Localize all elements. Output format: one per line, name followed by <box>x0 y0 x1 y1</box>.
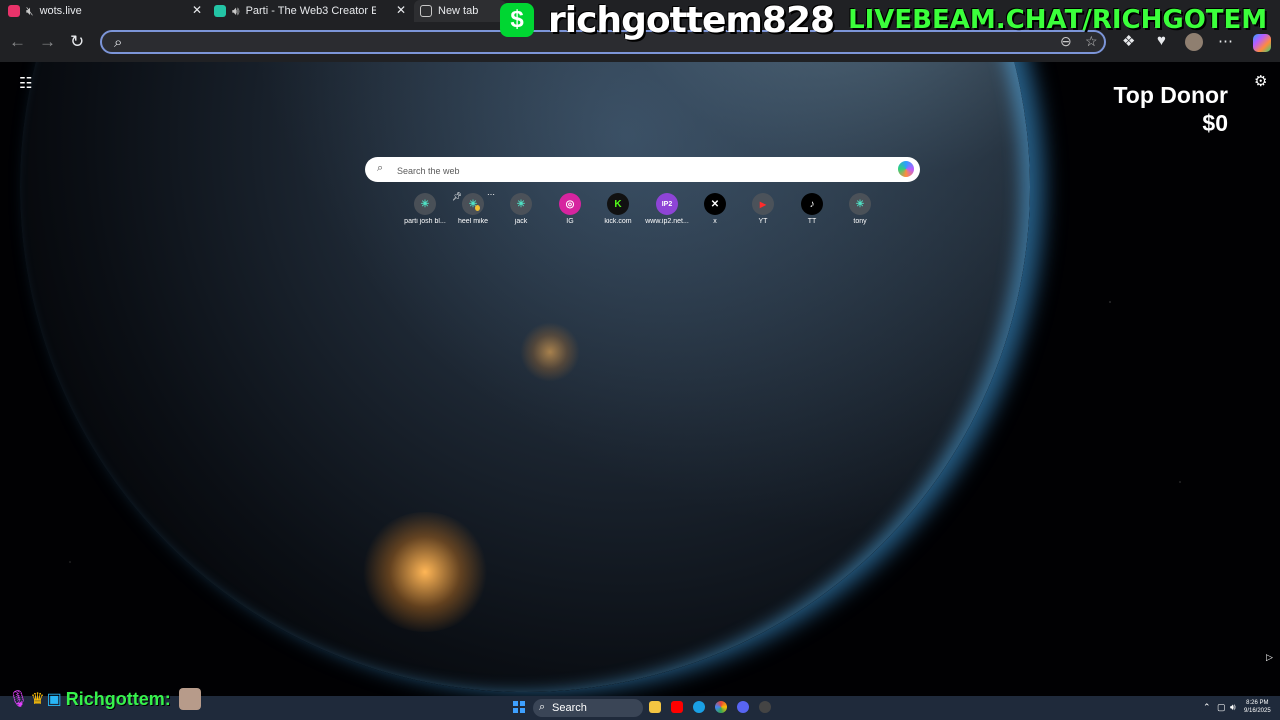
parti-icon: ☀ <box>414 193 436 215</box>
search-icon: ⌕ <box>377 162 384 174</box>
instagram-icon: ◎ <box>559 193 581 215</box>
shortcut-tile[interactable]: K kick.com <box>594 193 642 227</box>
chat-username: Richgottem: <box>65 688 171 709</box>
shortcut-tile[interactable]: ✕ x <box>691 193 739 227</box>
shortcut-label: kick.com <box>604 218 632 225</box>
new-tab-favicon <box>420 5 432 17</box>
stream-chat-line: 🎙︎ ♛ ▣ Richgottem: <box>8 688 201 710</box>
wots-favicon <box>8 5 20 17</box>
youtube-icon: ▶ <box>752 193 774 215</box>
tab-title: wots.live <box>39 5 82 17</box>
x-icon: ✕ <box>704 193 726 215</box>
discord-icon[interactable] <box>737 701 749 713</box>
speaker-icon[interactable]: 🔊︎ <box>232 4 240 19</box>
shortcut-label: IG <box>566 218 574 225</box>
shortcut-label: TT <box>807 218 817 225</box>
settings-gear-icon[interactable]: ⚙ <box>1254 72 1267 90</box>
shortcut-tile[interactable]: ◎ IG <box>546 193 594 227</box>
top-donor-title: Top Donor <box>1113 82 1228 108</box>
search-icon: ⌕ <box>114 34 123 51</box>
shortcut-label: www.ip2.net... <box>645 218 689 225</box>
cashapp-icon: $ <box>500 3 534 37</box>
taskbar-clock[interactable]: 8:26 PM 9/16/2025 <box>1244 699 1271 715</box>
shortcut-tile[interactable]: ☀ parti josh bl... <box>401 193 449 227</box>
stream-overlay-banner: $ richgottem828 LIVEBEAM.CHAT/RICHGOTEM <box>500 0 1268 41</box>
volume-icon[interactable]: 🔊︎ <box>1230 702 1236 713</box>
parti-icon: ☀ <box>849 193 871 215</box>
edge-icon[interactable] <box>693 701 705 713</box>
shortcut-tile[interactable]: ☀ jack <box>497 193 545 227</box>
overlay-username: richgottem828 <box>548 0 835 41</box>
parti-favicon <box>214 5 226 17</box>
close-tab-icon[interactable]: ✕ <box>396 3 406 17</box>
cube-badge-icon: ▣ <box>46 691 62 708</box>
city-lights <box>360 512 490 632</box>
tab-wots[interactable]: 🔇︎ wots.live ✕ <box>8 0 208 22</box>
tab-parti[interactable]: 🔊︎ Parti - The Web3 Creator Ec ✕ <box>214 0 412 22</box>
shortcut-tile[interactable]: ▶ YT <box>739 193 787 227</box>
tab-title: New tab <box>438 5 479 17</box>
back-icon[interactable]: ← <box>9 32 26 52</box>
forward-icon[interactable]: → <box>39 32 56 52</box>
more-options-icon[interactable]: ⋯ <box>487 190 495 199</box>
shortcut-label: parti josh bl... <box>404 218 446 225</box>
tiktok-icon: ♪ <box>801 193 823 215</box>
mouse-cursor <box>475 205 480 211</box>
clock-time: 8:26 PM <box>1246 700 1269 706</box>
search-icon: ⌕ <box>539 701 546 713</box>
shortcut-tile[interactable]: ☀ tony <box>836 193 884 227</box>
tab-title: Parti - The Web3 Creator Ec <box>245 5 376 17</box>
web-search-box[interactable]: ⌕ <box>365 157 920 182</box>
tab-new-tab[interactable]: New tab <box>414 0 506 22</box>
network-icon[interactable]: ▢ <box>1217 702 1226 713</box>
apps-grid-icon[interactable]: ☷ <box>19 74 32 92</box>
clock-date: 9/16/2025 <box>1244 708 1271 714</box>
close-tab-icon[interactable]: ✕ <box>192 3 202 17</box>
pin-icon[interactable]: 📌︎ <box>452 192 462 201</box>
chrome-icon[interactable] <box>715 701 727 713</box>
shortcut-label: heel mike <box>458 218 488 225</box>
copilot-search-icon[interactable] <box>898 161 914 177</box>
mic-badge-icon: 🎙︎ <box>8 691 29 708</box>
shortcut-label: jack <box>514 218 528 225</box>
obs-icon[interactable] <box>759 701 771 713</box>
parti-icon: ☀ <box>510 193 532 215</box>
shortcut-tile[interactable]: IP2 www.ip2.net... <box>643 193 691 227</box>
shortcut-label: x <box>713 218 717 225</box>
taskbar-search[interactable]: ⌕ Search <box>533 699 643 717</box>
refresh-icon[interactable]: ↻ <box>70 32 84 52</box>
tray-chevron-icon[interactable]: ⌃ <box>1203 702 1211 713</box>
shortcut-tile[interactable]: ♪ TT <box>788 193 836 227</box>
file-explorer-icon[interactable] <box>649 701 661 713</box>
shortcut-label: tony <box>853 218 867 225</box>
parti-icon: ☀ <box>462 193 484 215</box>
city-lights <box>520 322 580 382</box>
play-arrow-icon[interactable]: ▷ <box>1266 652 1273 663</box>
ip2-icon: IP2 <box>656 193 678 215</box>
top-donor-amount: $0 <box>1202 110 1228 136</box>
windows-start-icon[interactable] <box>513 701 525 713</box>
web-search-input[interactable] <box>395 160 889 181</box>
overlay-link: LIVEBEAM.CHAT/RICHGOTEM <box>848 5 1268 35</box>
chat-emote-image <box>178 688 201 710</box>
kick-icon: K <box>607 193 629 215</box>
muted-speaker-icon[interactable]: 🔇︎ <box>26 4 34 19</box>
shortcut-label: YT <box>758 218 768 225</box>
taskbar-search-label: Search <box>552 702 587 714</box>
crown-badge-icon: ♛ <box>30 691 45 708</box>
youtube-app-icon[interactable] <box>671 701 683 713</box>
